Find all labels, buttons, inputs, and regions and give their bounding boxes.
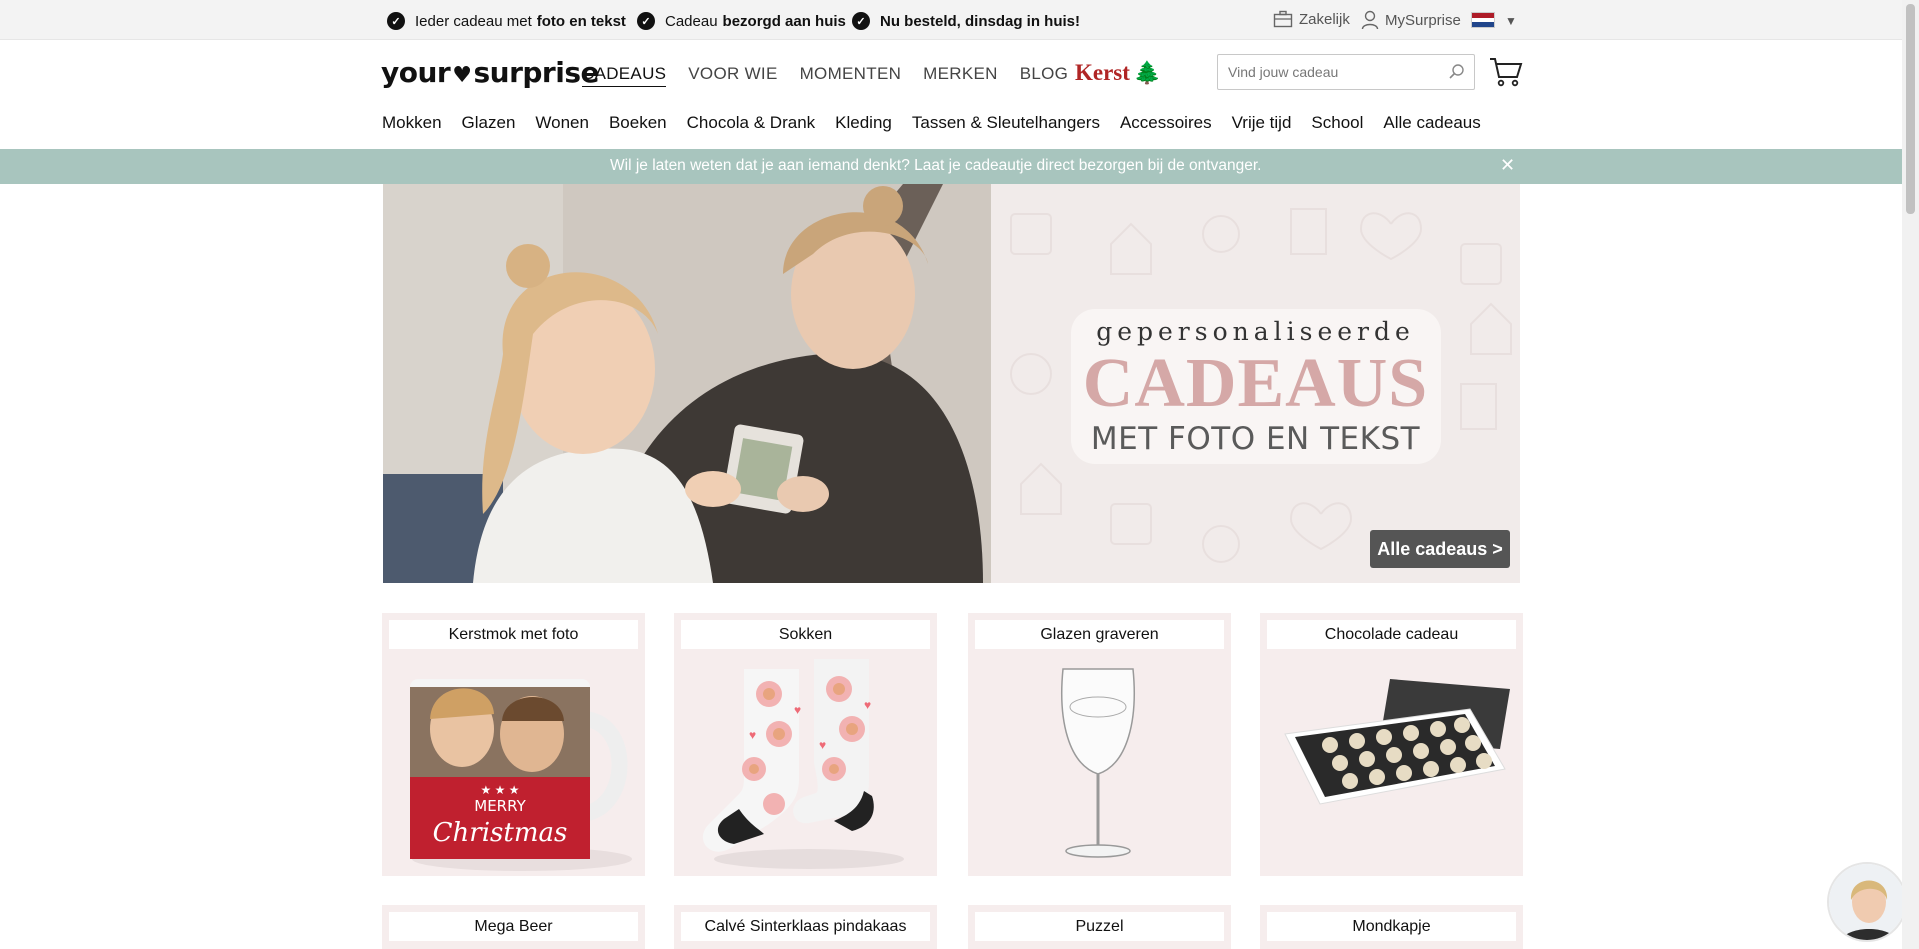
product-card-sokken[interactable]: Sokken ♥ ♥ ♥ ♥ [674,613,937,876]
subnav-tassen[interactable]: Tassen & Sleutelhangers [912,113,1100,133]
page-scrollbar[interactable] [1902,0,1919,949]
product-label: Sokken [681,620,930,649]
usp-bold: Nu besteld, dinsdag in huis! [880,12,1081,30]
nl-flag-icon[interactable] [1471,12,1495,28]
nav-merken[interactable]: MERKEN [923,64,998,87]
usp-text: Cadeau [665,12,718,30]
product-card-glazen[interactable]: Glazen graveren [968,613,1231,876]
subnav-kleding[interactable]: Kleding [835,113,892,133]
zakelijk-label: Zakelijk [1299,10,1350,28]
christmas-mug-image: MERRY Christmas ★ ★ ★ [410,679,632,871]
subnav-chocola-drank[interactable]: Chocola & Drank [687,113,816,133]
usp-text: Ieder cadeau met [415,12,532,30]
search-box [1217,54,1475,90]
usp-delivery: ✓ Cadeau bezorgd aan huis [637,12,846,30]
logo-text-right: surprise [473,56,599,89]
product-label: Puzzel [975,912,1224,941]
gift-heart-icon: ♥ [452,63,472,88]
hero-photo [383,184,991,583]
mug-text-christmas: Christmas [433,818,568,848]
search-icon[interactable] [1448,63,1466,81]
svg-text:♥: ♥ [749,728,756,742]
product-card-puzzel[interactable]: Puzzel [968,905,1231,949]
chevron-down-icon[interactable]: ▼ [1505,14,1517,28]
subnav-boeken[interactable]: Boeken [609,113,667,133]
usp-photo-text: ✓ Ieder cadeau met foto en tekst [387,12,626,30]
christmas-tree-icon: 🌲 [1133,60,1162,85]
close-icon[interactable]: ✕ [1500,155,1515,176]
usp-bold: foto en tekst [536,12,626,30]
briefcase-icon [1273,10,1293,28]
subnav-glazen[interactable]: Glazen [462,113,516,133]
product-label: Chocolade cadeau [1267,620,1516,649]
nav-voor-wie[interactable]: VOOR WIE [688,64,777,87]
subnav-wonen[interactable]: Wonen [535,113,589,133]
hero-title: CADEAUS [1082,345,1429,422]
product-label: Mondkapje [1267,912,1516,941]
announcement-bar: Wil je laten weten dat je aan iemand den… [0,149,1902,184]
product-label: Calvé Sinterklaas pindakaas [681,912,930,941]
product-label: Glazen graveren [975,620,1224,649]
check-icon: ✓ [637,12,655,30]
subnav-alle-cadeaus[interactable]: Alle cadeaus [1383,113,1480,133]
wine-glass-image [1061,668,1135,858]
subnav-vrije-tijd[interactable]: Vrije tijd [1232,113,1292,133]
subnav-school[interactable]: School [1311,113,1363,133]
chocolate-box-image [1284,679,1510,805]
svg-text:★ ★ ★: ★ ★ ★ [481,783,520,797]
svg-text:♥: ♥ [864,698,871,712]
logo-text-left: your [381,56,451,89]
mysurprise-link[interactable]: MySurprise [1361,10,1461,30]
hero-tagline: MET FOTO EN TEKST [1090,421,1421,457]
product-label: Kerstmok met foto [389,620,638,649]
zakelijk-link[interactable]: Zakelijk [1273,10,1350,28]
hero-banner[interactable]: gepersonaliseerde CADEAUS MET FOTO EN TE… [383,184,1520,583]
nav-blog[interactable]: BLOG [1020,64,1068,87]
user-icon [1361,10,1379,30]
scrollbar-thumb[interactable] [1906,4,1915,214]
product-card-pindakaas[interactable]: Calvé Sinterklaas pindakaas [674,905,937,949]
hero-text-panel: gepersonaliseerde CADEAUS MET FOTO EN TE… [991,184,1520,583]
check-icon: ✓ [852,12,870,30]
mysurprise-label: MySurprise [1385,11,1461,29]
category-navigation: Mokken Glazen Wonen Boeken Chocola & Dra… [382,113,1501,133]
announcement-text: Wil je laten weten dat je aan iemand den… [610,157,1262,174]
yoursurprise-logo[interactable]: your♥surprise [381,56,599,89]
check-icon: ✓ [387,12,405,30]
product-label: Mega Beer [389,912,638,941]
shopping-cart-icon[interactable] [1489,56,1523,88]
usp-next-day: ✓ Nu besteld, dinsdag in huis! [852,12,1080,30]
svg-text:♥: ♥ [794,703,801,717]
main-navigation: CADEAUS VOOR WIE MOMENTEN MERKEN BLOG [582,64,1090,87]
product-card-kerstmok[interactable]: Kerstmok met foto MERRY Christmas ★ ★ ★ [382,613,645,876]
svg-text:♥: ♥ [819,738,826,752]
search-input[interactable] [1228,64,1438,80]
mug-text-merry: MERRY [474,797,526,815]
socks-image: ♥ ♥ ♥ ♥ [702,659,904,869]
product-card-chocolade[interactable]: Chocolade cadeau [1260,613,1523,876]
hero-subtitle: gepersonaliseerde [1096,317,1415,346]
top-utility-bar: ✓ Ieder cadeau met foto en tekst ✓ Cadeau… [0,0,1902,40]
product-card-mega-beer[interactable]: Mega Beer [382,905,645,949]
kerst-link[interactable]: Kerst 🌲 [1075,60,1161,86]
nav-momenten[interactable]: MOMENTEN [800,64,902,87]
chat-widget-avatar[interactable] [1827,862,1907,942]
alle-cadeaus-button[interactable]: Alle cadeaus > [1370,530,1510,568]
product-card-mondkapje[interactable]: Mondkapje [1260,905,1523,949]
subnav-mokken[interactable]: Mokken [382,113,442,133]
kerst-label: Kerst [1075,60,1130,85]
usp-bold: bezorgd aan huis [722,12,846,30]
subnav-accessoires[interactable]: Accessoires [1120,113,1212,133]
nav-cadeaus[interactable]: CADEAUS [582,64,667,87]
